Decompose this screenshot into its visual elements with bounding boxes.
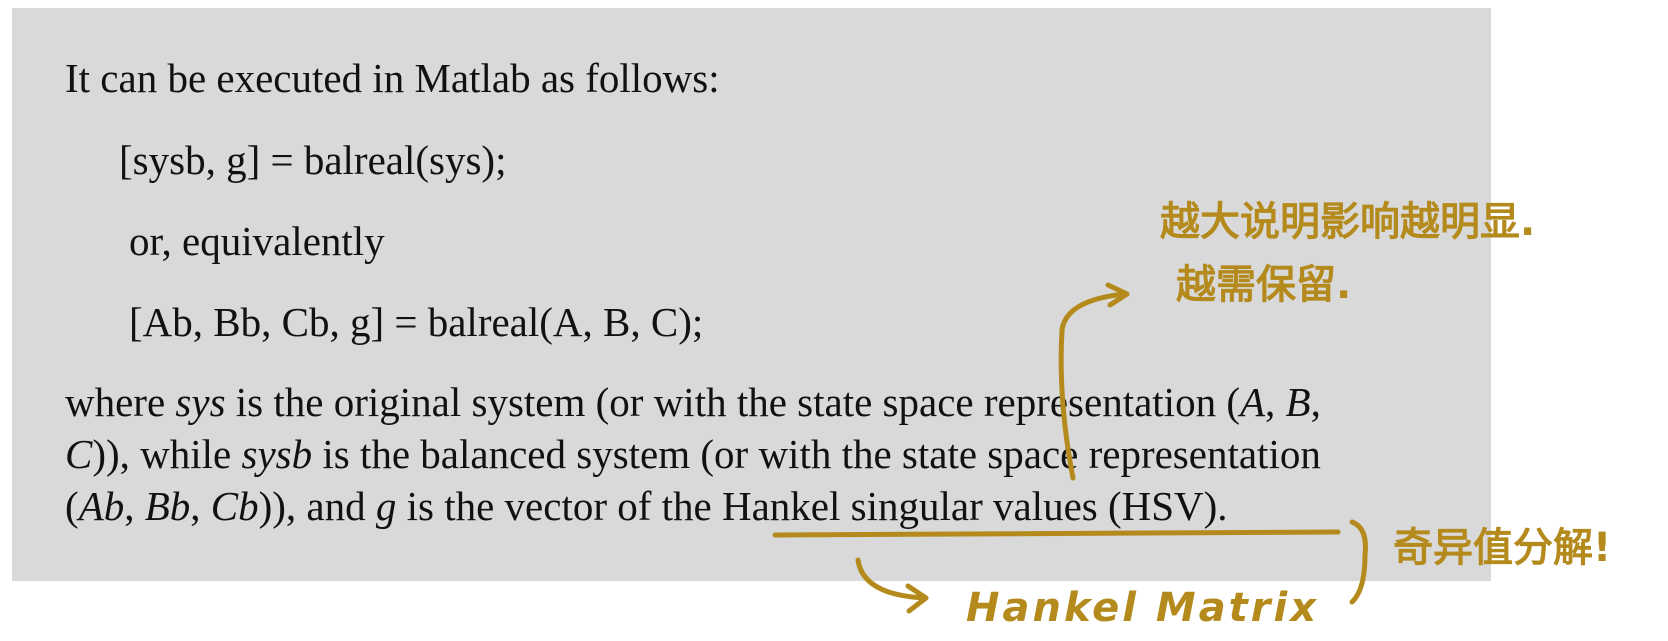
arrow-down-right-head <box>905 583 929 614</box>
paragraph-line-3: (Ab, Bb, Cb)), and g is the vector of th… <box>65 483 1228 529</box>
handwritten-note-1-line-2: 越需保留. <box>1176 262 1352 308</box>
handwritten-note-1-line-1: 越大说明影响越明显. <box>1160 199 1536 245</box>
handwritten-note-svd: 奇异值分解! <box>1393 525 1612 571</box>
page: It can be executed in Matlab as follows:… <box>0 0 1668 641</box>
code-line-2: [Ab, Bb, Cb, g] = balreal(A, B, C); <box>129 299 704 345</box>
handwritten-note-hankel-matrix: Hankel Matrix <box>966 585 1320 631</box>
paragraph-line-1: where sys is the original system (or wit… <box>65 379 1321 425</box>
paragraph-line-2: C)), while sysb is the balanced system (… <box>65 431 1321 477</box>
hankel-sv-highlight: Hankel singular values (HSV). <box>722 483 1228 529</box>
or-equivalently-text: or, equivalently <box>129 218 385 264</box>
intro-text: It can be executed in Matlab as follows: <box>65 55 720 101</box>
code-line-1: [sysb, g] = balreal(sys); <box>119 137 507 183</box>
